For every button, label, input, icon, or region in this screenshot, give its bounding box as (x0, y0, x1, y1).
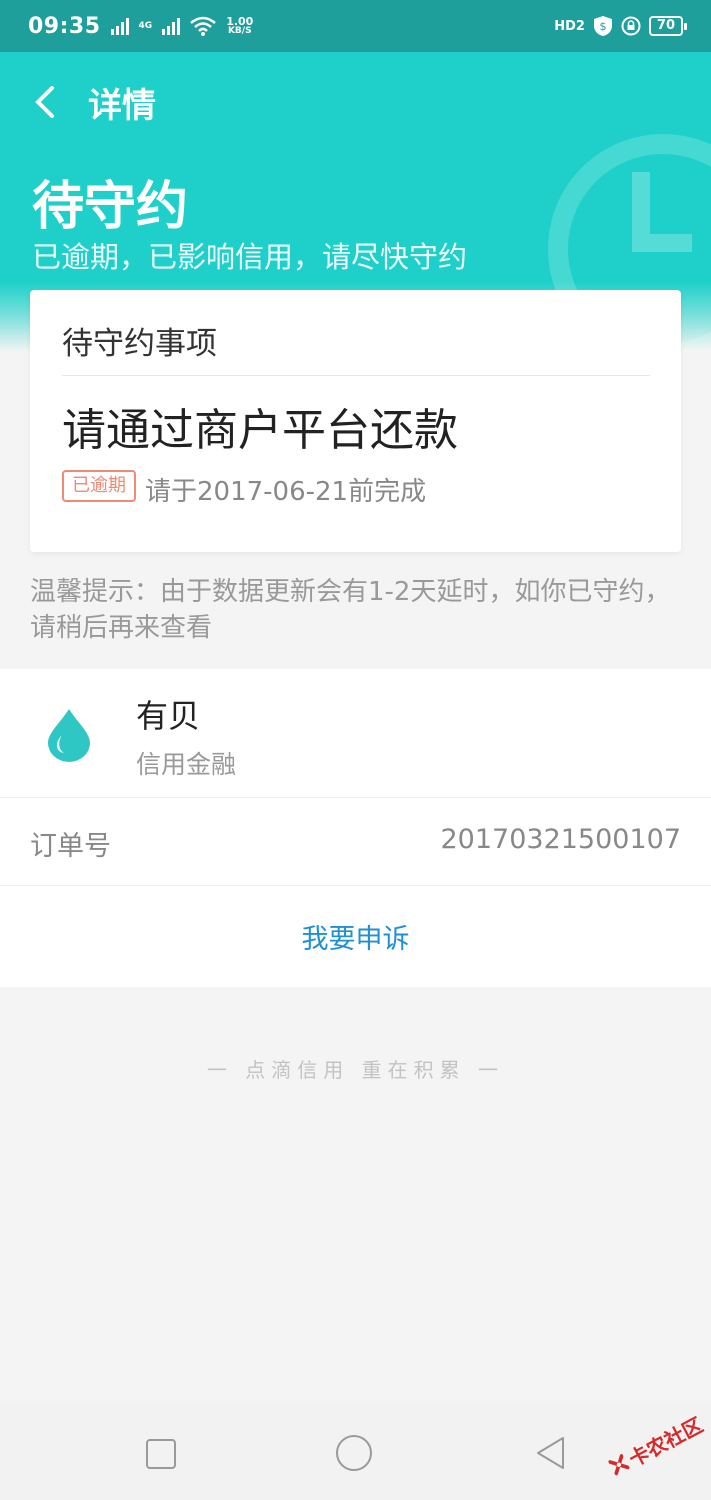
merchant-type: 信用金融 (136, 750, 237, 779)
svg-text:$: $ (599, 20, 606, 33)
network-type: 4G (138, 20, 153, 31)
status-bar-right: HD2 $ 70 (554, 15, 688, 37)
overdue-badge: 已逾期 (62, 470, 136, 502)
card-title: 待守约事项 (62, 326, 217, 362)
back-button[interactable] (30, 84, 58, 120)
tip-text: 温馨提示：由于数据更新会有1-2天延时，如你已守约，请稍后再来查看 (30, 577, 671, 643)
order-number: 20170321500107 (440, 824, 682, 855)
droplet-logo-icon (48, 709, 90, 762)
status-time: 09:35 (28, 13, 101, 39)
status-description: 已逾期，已影响信用，请尽快守约 (32, 240, 468, 274)
network-speed: 1.00 KB/S (226, 15, 254, 36)
slogan-text: 一 点滴信用 重在积累 一 (206, 1058, 505, 1082)
appeal-button[interactable]: 我要申诉 (302, 917, 410, 956)
wifi-icon (190, 16, 216, 36)
task-card: 待守约事项 请通过商户平台还款 已逾期 请于2017-06-21前完成 (30, 290, 681, 552)
status-bar: 09:35 4G 1.00 KB/S HD2 $ 70 (0, 0, 711, 52)
battery-icon: 70 (648, 16, 688, 36)
order-row: 订单号 20170321500107 (0, 797, 711, 885)
task-main-text: 请通过商户平台还款 (62, 405, 458, 456)
home-button[interactable] (336, 1435, 372, 1471)
lock-icon (621, 16, 641, 36)
clock-hand-decoration (632, 172, 692, 252)
signal-icon (110, 17, 129, 35)
merchant-name: 有贝 (136, 697, 201, 735)
order-label: 订单号 (30, 831, 111, 862)
hd-icon: HD2 (554, 18, 585, 34)
status-title: 待守约 (32, 177, 189, 237)
card-divider (62, 375, 650, 376)
chevron-left-icon (35, 86, 54, 118)
back-triangle-button[interactable] (533, 1435, 569, 1471)
page-title: 详情 (88, 86, 156, 126)
shield-icon: $ (593, 16, 612, 36)
signal-icon-2 (162, 17, 181, 35)
appeal-row: 我要申诉 (0, 885, 711, 987)
recent-apps-button[interactable] (146, 1439, 176, 1469)
merchant-row: 有贝 信用金融 (0, 669, 711, 797)
deadline-text: 请于2017-06-21前完成 (145, 477, 427, 507)
status-bar-left: 09:35 4G 1.00 KB/S (28, 14, 253, 39)
